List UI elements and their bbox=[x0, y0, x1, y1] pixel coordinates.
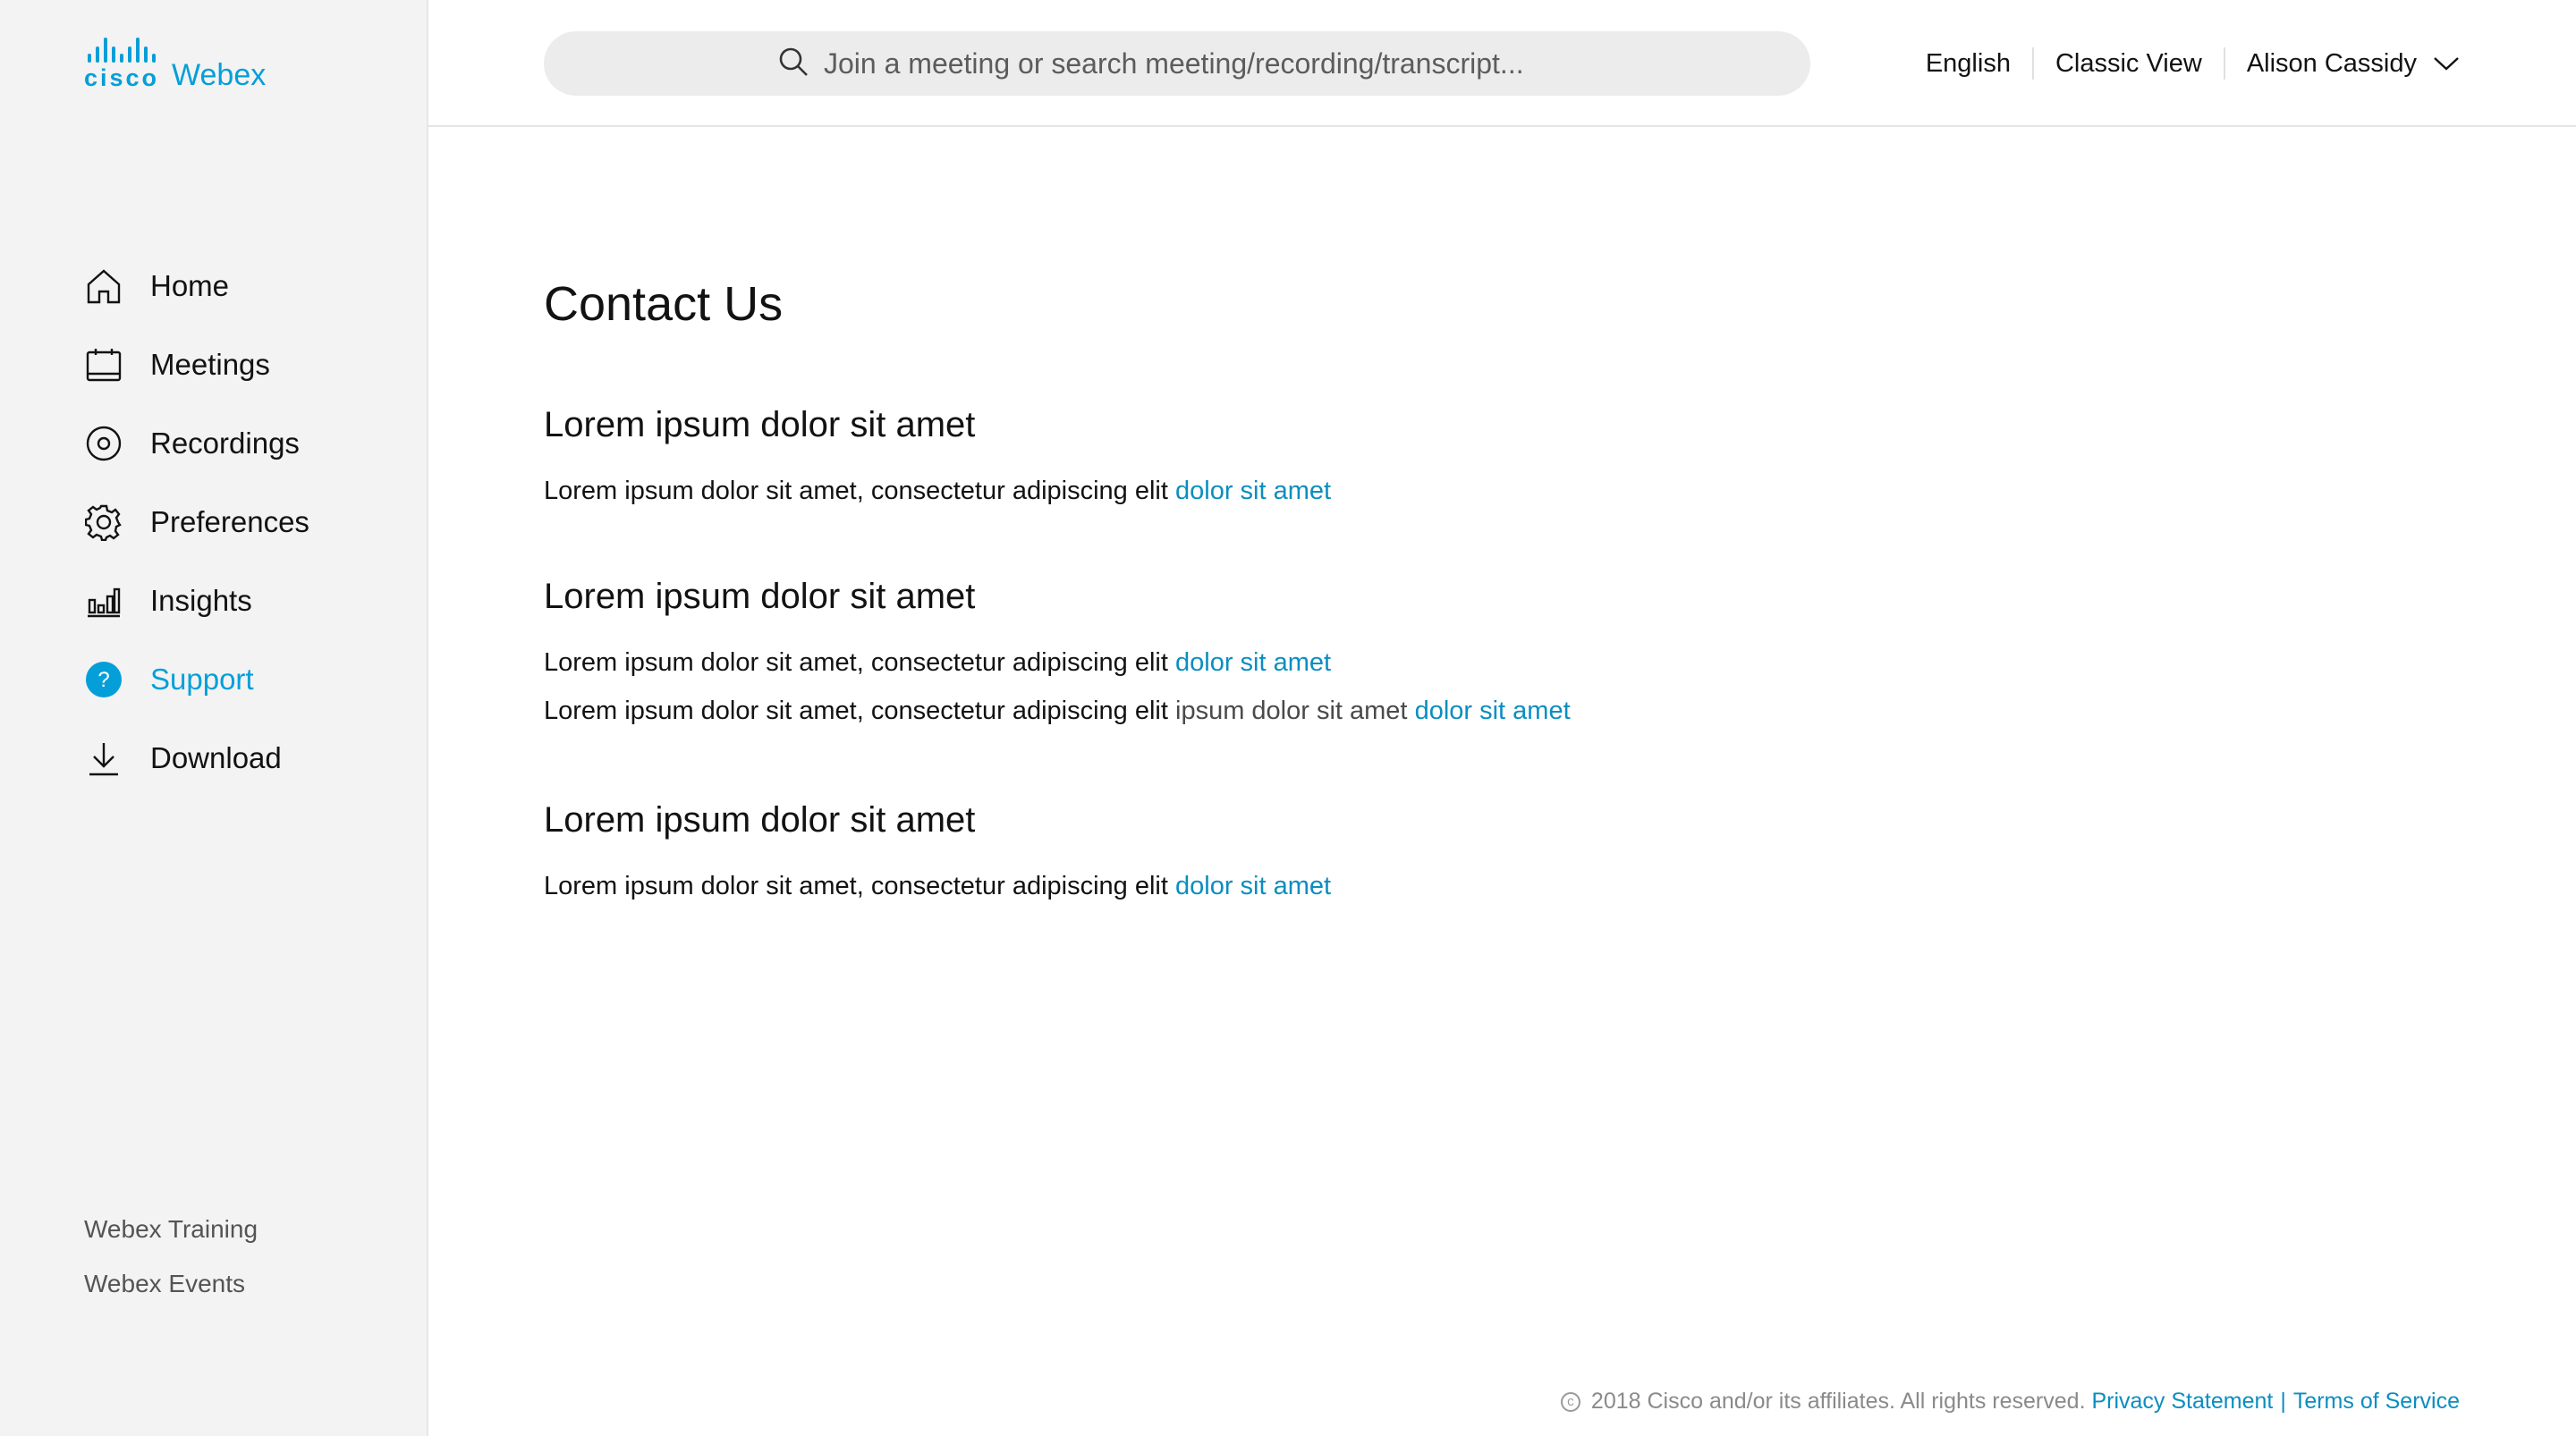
contact-section: Lorem ipsum dolor sit amet Lorem ipsum d… bbox=[544, 571, 1571, 735]
cisco-logo: cisco bbox=[84, 36, 159, 90]
cisco-webex-logo[interactable]: cisco Webex bbox=[84, 36, 266, 90]
footer-separator: | bbox=[2280, 1389, 2286, 1414]
bar-chart-icon bbox=[84, 581, 123, 621]
section-link[interactable]: dolor sit amet bbox=[1415, 697, 1571, 725]
webex-events-link[interactable]: Webex Events bbox=[84, 1266, 258, 1321]
sidebar-item-home[interactable]: Home bbox=[84, 247, 309, 325]
top-header: English Classic View Alison Cassidy bbox=[428, 0, 2576, 127]
main-content: Contact Us Lorem ipsum dolor sit amet Lo… bbox=[544, 268, 1571, 910]
sidebar-item-download[interactable]: Download bbox=[84, 719, 309, 798]
line-text: Lorem ipsum dolor sit amet, consectetur … bbox=[544, 697, 1168, 725]
sidebar-item-insights[interactable]: Insights bbox=[84, 562, 309, 640]
section-link[interactable]: dolor sit amet bbox=[1175, 872, 1331, 900]
sidebar-item-meetings[interactable]: Meetings bbox=[84, 325, 309, 404]
user-menu[interactable]: Alison Cassidy bbox=[2225, 49, 2460, 79]
copyright-icon: c bbox=[1560, 1391, 1580, 1412]
footer: c 2018 Cisco and/or its affiliates. All … bbox=[1560, 1389, 2460, 1415]
section-text-line: Lorem ipsum dolor sit amet, consectetur … bbox=[544, 862, 1571, 910]
sidebar-item-label: Meetings bbox=[150, 348, 270, 381]
section-heading: Lorem ipsum dolor sit amet bbox=[544, 405, 976, 444]
cisco-bars-icon bbox=[88, 36, 157, 63]
chevron-down-icon bbox=[2434, 57, 2459, 71]
terms-of-service-link[interactable]: Terms of Service bbox=[2293, 1389, 2460, 1415]
search-bar[interactable] bbox=[544, 31, 1810, 96]
search-icon bbox=[777, 46, 809, 82]
home-icon bbox=[84, 266, 123, 306]
classic-view-link[interactable]: Classic View bbox=[2034, 49, 2224, 79]
gear-icon bbox=[84, 503, 123, 542]
sidebar-nav: Home Meetings Recordings Preferences Ins… bbox=[84, 247, 309, 798]
download-icon bbox=[84, 739, 123, 778]
sidebar: cisco Webex Home Meetings Recordings Pre… bbox=[0, 0, 428, 1436]
contact-section: Lorem ipsum dolor sit amet Lorem ipsum d… bbox=[544, 795, 1571, 910]
sidebar-item-preferences[interactable]: Preferences bbox=[84, 483, 309, 562]
cisco-wordmark: cisco bbox=[84, 64, 160, 91]
section-text-line: Lorem ipsum dolor sit amet, consectetur … bbox=[544, 687, 1571, 735]
webex-training-link[interactable]: Webex Training bbox=[84, 1212, 258, 1266]
language-selector[interactable]: English bbox=[1904, 49, 2032, 79]
section-text-line: Lorem ipsum dolor sit amet, consectetur … bbox=[544, 467, 1571, 515]
sidebar-item-label: Support bbox=[150, 663, 254, 696]
svg-text:?: ? bbox=[97, 668, 109, 692]
line-text: Lorem ipsum dolor sit amet, consectetur … bbox=[544, 872, 1168, 900]
search-input[interactable] bbox=[822, 46, 1577, 81]
sidebar-item-label: Recordings bbox=[150, 427, 300, 460]
help-icon: ? bbox=[84, 660, 123, 699]
page-title: Contact Us bbox=[544, 277, 784, 331]
sidebar-item-support[interactable]: ? Support bbox=[84, 640, 309, 719]
sidebar-item-label: Download bbox=[150, 741, 282, 774]
sidebar-item-label: Home bbox=[150, 269, 230, 302]
sidebar-item-recordings[interactable]: Recordings bbox=[84, 404, 309, 483]
contact-section: Lorem ipsum dolor sit amet Lorem ipsum d… bbox=[544, 400, 1571, 515]
privacy-statement-link[interactable]: Privacy Statement bbox=[2091, 1389, 2273, 1415]
recording-icon bbox=[84, 424, 123, 463]
webex-wordmark: Webex bbox=[172, 58, 267, 92]
line-muted-text: ipsum dolor sit amet bbox=[1175, 697, 1408, 725]
sidebar-item-label: Insights bbox=[150, 584, 252, 617]
sidebar-links: Webex Training Webex Events bbox=[84, 1212, 258, 1321]
section-heading: Lorem ipsum dolor sit amet bbox=[544, 800, 976, 840]
user-name: Alison Cassidy bbox=[2246, 48, 2417, 78]
line-text: Lorem ipsum dolor sit amet, consectetur … bbox=[544, 648, 1168, 677]
calendar-icon bbox=[84, 345, 123, 384]
section-heading: Lorem ipsum dolor sit amet bbox=[544, 577, 976, 616]
copyright-text: 2018 Cisco and/or its affiliates. All ri… bbox=[1590, 1389, 2086, 1414]
header-menu: English Classic View Alison Cassidy bbox=[1904, 45, 2460, 82]
section-link[interactable]: dolor sit amet bbox=[1175, 648, 1331, 677]
sidebar-item-label: Preferences bbox=[150, 505, 309, 538]
section-link[interactable]: dolor sit amet bbox=[1175, 477, 1331, 505]
line-text: Lorem ipsum dolor sit amet, consectetur … bbox=[544, 477, 1168, 505]
section-text-line: Lorem ipsum dolor sit amet, consectetur … bbox=[544, 638, 1571, 687]
